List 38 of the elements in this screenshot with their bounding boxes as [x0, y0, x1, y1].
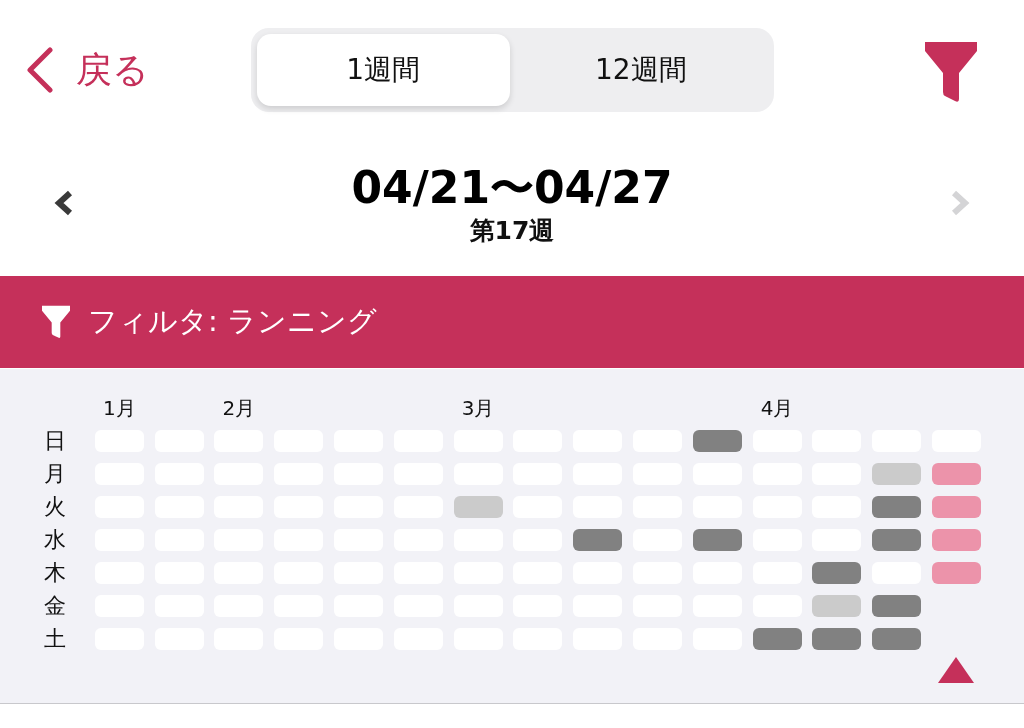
activity-cell: [872, 628, 922, 650]
weekday-label: 金: [44, 595, 67, 617]
period-tab[interactable]: 1週間: [256, 34, 510, 106]
activity-cell: [812, 628, 862, 650]
activity-cell: [453, 496, 503, 518]
activity-cell: [573, 529, 623, 551]
activity-cell: [872, 463, 922, 485]
activity-cell: [872, 496, 922, 518]
chevron-left-icon: [26, 47, 54, 93]
weekday-label: 日: [44, 430, 67, 452]
activity-cell: [812, 562, 862, 584]
activity-cell: [872, 529, 922, 551]
activity-cell: [752, 628, 802, 650]
activity-cell: [692, 529, 742, 551]
weekday-label: 火: [44, 496, 67, 518]
month-label: 4月: [760, 397, 794, 419]
period-tab[interactable]: 12週間: [514, 34, 768, 106]
activity-cell: [931, 463, 981, 485]
month-label: 2月: [222, 397, 256, 419]
week-range-title: 04/21〜04/27: [351, 162, 673, 214]
weekday-label: 水: [44, 529, 67, 551]
weekday-label: 土: [44, 628, 67, 650]
weekday-label: 木: [44, 562, 67, 584]
activity-cell: [931, 496, 981, 518]
chevron-left-icon[interactable]: [54, 190, 74, 216]
activity-cell: [692, 430, 742, 452]
weekday-label: 月: [44, 463, 67, 485]
back-button[interactable]: 戻る: [22, 43, 153, 97]
activity-cell: [872, 595, 922, 617]
week-number: 第17週: [469, 215, 555, 247]
filter-label: フィルタ: ランニング: [88, 303, 377, 340]
activity-cell: [931, 562, 981, 584]
filter-icon: [42, 305, 70, 339]
activity-cell: [931, 529, 981, 551]
month-label: 3月: [461, 397, 495, 419]
month-label: 1月: [102, 397, 136, 419]
activity-cell: [812, 595, 862, 617]
filter-icon[interactable]: [925, 42, 977, 102]
